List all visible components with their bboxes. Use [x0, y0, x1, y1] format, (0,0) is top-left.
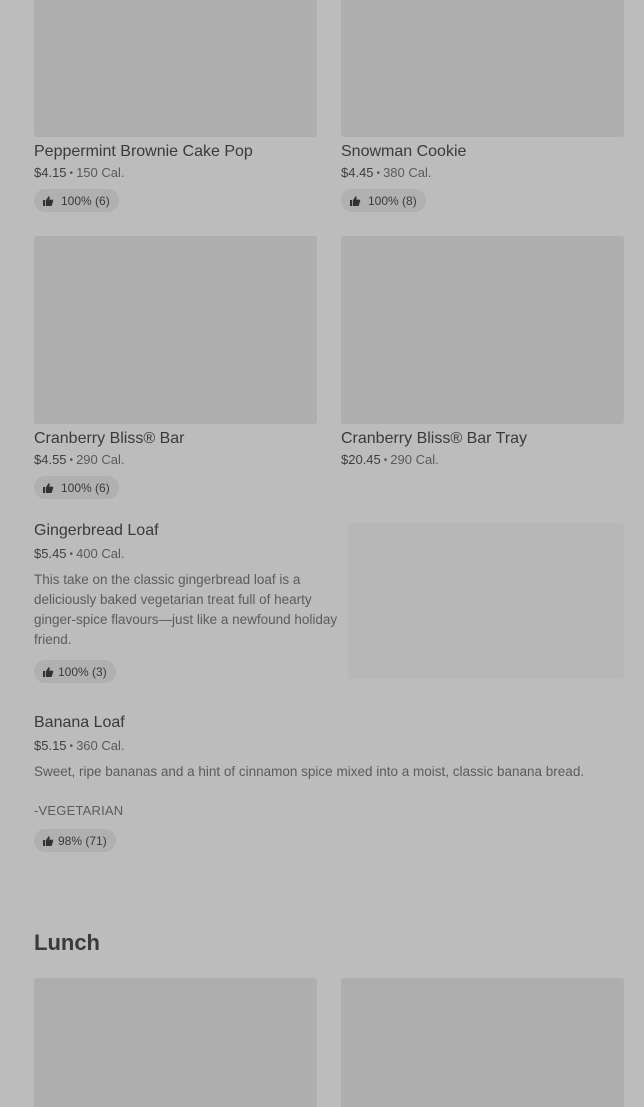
rating-text: 100% (8) — [368, 193, 417, 208]
product-calories: 380 Cal. — [383, 165, 432, 180]
menu-item-row[interactable]: Banana Loaf $5.15 • 360 Cal. Sweet, ripe b… — [34, 713, 594, 852]
product-image[interactable] — [341, 0, 624, 137]
separator: • — [383, 455, 388, 466]
rating-badge: 100% (6) — [34, 189, 119, 212]
product-image[interactable] — [34, 0, 317, 137]
product-description: Sweet, ripe bananas and a hint of cinnam… — [34, 764, 585, 779]
rating-text: 100% (6) — [61, 480, 110, 495]
separator: • — [69, 549, 74, 560]
product-price-calories: $4.45 • 380 Cal. — [341, 164, 624, 184]
product-image[interactable] — [341, 978, 624, 1107]
thumbs-up-icon — [349, 195, 361, 207]
product-calories: 290 Cal. — [390, 452, 439, 467]
product-price: $4.45 — [341, 165, 374, 180]
product-price: $4.55 — [34, 452, 67, 467]
rating-badge: 100% (8) — [341, 189, 426, 212]
product-price-calories: $4.15 • 150 Cal. — [34, 164, 317, 184]
product-name[interactable]: Cranberry Bliss® Bar Tray — [341, 429, 624, 449]
product-price: $4.15 — [34, 165, 67, 180]
menu-item-card[interactable]: Snowman Cookie $4.45 • 380 Cal. 100% (8) — [341, 0, 624, 212]
thumbs-up-icon — [42, 482, 54, 494]
product-name[interactable]: Banana Loaf — [34, 713, 594, 733]
thumbs-up-icon — [42, 195, 54, 207]
product-name[interactable]: Gingerbread Loaf — [34, 521, 340, 541]
product-price-calories: $20.45 • 290 Cal. — [341, 451, 624, 471]
product-image[interactable] — [34, 978, 317, 1107]
thumbs-up-icon — [42, 835, 54, 847]
menu-item-row[interactable]: Gingerbread Loaf $5.45 • 400 Cal. This tak… — [34, 521, 340, 683]
product-image[interactable] — [341, 236, 624, 424]
product-name[interactable]: Cranberry Bliss® Bar — [34, 429, 317, 449]
product-calories: 400 Cal. — [76, 546, 125, 561]
product-calories: 290 Cal. — [76, 452, 125, 467]
product-price: $5.15 — [34, 738, 67, 753]
rating-text: 100% (6) — [61, 193, 110, 208]
product-name[interactable]: Snowman Cookie — [341, 142, 624, 162]
product-price: $5.45 — [34, 546, 67, 561]
product-image[interactable] — [348, 523, 624, 679]
product-image[interactable] — [34, 236, 317, 424]
product-description: This take on the classic gingerbread loa… — [34, 572, 338, 647]
separator: • — [69, 455, 74, 466]
product-calories: 360 Cal. — [76, 738, 125, 753]
product-price-calories: $5.15 • 360 Cal. — [34, 737, 594, 757]
rating-badge: 100% (6) — [34, 476, 119, 499]
menu-item-card[interactable]: Cranberry Bliss® Bar $4.55 • 290 Cal. 100%… — [34, 236, 317, 499]
rating-text: 100% (3) — [58, 664, 107, 679]
menu-item-card[interactable]: Cranberry Bliss® Bar Tray $20.45 • 290 Cal… — [341, 236, 624, 471]
separator: • — [376, 168, 381, 179]
thumbs-up-icon — [42, 666, 54, 678]
dietary-tag: -VEGETARIAN — [34, 803, 124, 818]
product-calories: 150 Cal. — [76, 165, 125, 180]
product-name[interactable]: Peppermint Brownie Cake Pop — [34, 142, 317, 162]
rating-badge: 100% (3) — [34, 660, 116, 683]
separator: • — [69, 168, 74, 179]
section-heading-lunch: Lunch — [34, 930, 100, 955]
product-price-calories: $4.55 • 290 Cal. — [34, 451, 317, 471]
product-price-calories: $5.45 • 400 Cal. — [34, 545, 340, 565]
rating-text: 98% (71) — [58, 833, 107, 848]
rating-badge: 98% (71) — [34, 829, 116, 852]
separator: • — [69, 741, 74, 752]
menu-page: Peppermint Brownie Cake Pop $4.15 • 150 Ca… — [0, 0, 644, 1107]
menu-item-card[interactable]: Peppermint Brownie Cake Pop $4.15 • 150 Ca… — [34, 0, 317, 212]
product-price: $20.45 — [341, 452, 381, 467]
